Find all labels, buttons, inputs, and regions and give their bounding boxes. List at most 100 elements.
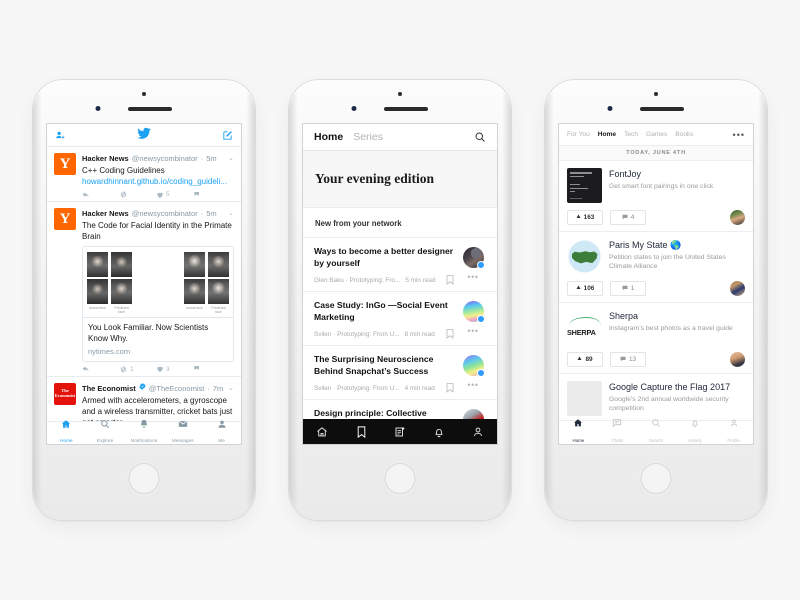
hunter-avatar[interactable] (730, 352, 745, 367)
tab-home[interactable] (303, 426, 342, 438)
ellipsis-icon[interactable]: ••• (467, 273, 478, 282)
reply-icon[interactable] (82, 365, 119, 373)
retweet-icon[interactable]: 1 (119, 365, 156, 374)
tab-notifications[interactable]: Notifications (125, 419, 164, 444)
phone-mockup-twitter: Y Hacker News @newsycombinator · 5m ⌄ C+… (33, 80, 255, 520)
product-name[interactable]: Google Capture the Flag 2017 (609, 382, 745, 393)
product-list-item[interactable]: Paris My State 🌎 Petition states to join… (559, 232, 753, 303)
product-name[interactable]: Paris My State 🌎 (609, 240, 745, 251)
tab-home[interactable]: Home (559, 418, 598, 444)
proximity-sensor-icon (351, 106, 357, 111)
chevron-down-icon[interactable]: ⌄ (228, 208, 234, 219)
share-icon[interactable] (193, 365, 230, 373)
verified-badge-icon (139, 383, 146, 394)
ellipsis-icon[interactable]: ••• (733, 130, 745, 139)
product-tagline: Get smart font pairings in one click (609, 183, 714, 190)
chevron-down-icon[interactable]: ⌄ (228, 153, 234, 164)
hunter-avatar[interactable] (730, 210, 745, 225)
avatar[interactable]: The Economist (54, 382, 76, 405)
tweet-item[interactable]: The Economist The Economist @TheEconomis… (47, 377, 241, 421)
article-title[interactable]: Case Study: InGo —Social Event Marketing (314, 300, 454, 323)
tab-for-you[interactable]: For You (567, 131, 590, 138)
tweet-item[interactable]: Y Hacker News @newsycombinator · 5m ⌄ C+… (47, 147, 241, 202)
chevron-down-icon[interactable]: ⌄ (228, 383, 234, 394)
article-list-item[interactable]: Ways to become a better designer by your… (303, 238, 497, 292)
product-thumbnail[interactable]: SHERPA (567, 310, 602, 345)
avatar[interactable]: Y (54, 153, 76, 175)
product-thumbnail[interactable] (567, 381, 602, 416)
product-thumbnail[interactable] (567, 168, 602, 203)
comment-button[interactable]: 13 (610, 352, 646, 367)
comment-button[interactable]: 1 (610, 281, 646, 296)
tab-games[interactable]: Games (646, 131, 667, 138)
upvote-button[interactable]: 163 (567, 210, 603, 225)
bookmark-icon[interactable] (446, 275, 454, 285)
tweet-item[interactable]: Y Hacker News @newsycombinator · 5m ⌄ Th… (47, 202, 241, 377)
phone-earpiece-area (289, 80, 511, 124)
section-heading: New from your network (303, 208, 497, 238)
author-avatar[interactable] (462, 247, 485, 269)
twitter-timeline[interactable]: Y Hacker News @newsycombinator · 5m ⌄ C+… (47, 147, 241, 421)
publication-badge-icon (476, 315, 485, 323)
home-button[interactable] (384, 463, 416, 494)
tab-activity[interactable]: Activity (675, 418, 714, 444)
tab-profile[interactable] (458, 426, 497, 438)
tab-home[interactable]: Home (314, 131, 343, 143)
tab-explore[interactable]: Explore (86, 419, 125, 444)
article-list-item[interactable]: The Surprising Neuroscience Behind Snapc… (303, 346, 497, 400)
bookmark-icon[interactable] (446, 329, 454, 339)
tab-bookmarks[interactable] (342, 425, 381, 438)
like-icon[interactable]: 5 (156, 191, 193, 199)
retweet-icon[interactable] (119, 190, 156, 199)
upvote-button[interactable]: 89 (567, 352, 603, 367)
proximity-sensor-icon (607, 106, 613, 111)
product-name[interactable]: Sherpa (609, 311, 745, 322)
share-icon[interactable] (193, 191, 230, 199)
tab-chats[interactable]: Chats (598, 418, 637, 444)
tab-books[interactable]: Books (675, 131, 693, 138)
tab-search[interactable]: Search (637, 418, 676, 444)
upvote-button[interactable]: 106 (567, 281, 603, 296)
add-person-icon[interactable] (55, 130, 66, 141)
tab-me[interactable]: Me (202, 419, 241, 444)
tweet-link[interactable]: howardhinnant.github.io/coding_guideli..… (82, 176, 234, 187)
tab-home[interactable]: Home (47, 419, 86, 444)
article-byline: Svilen · Prototyping: From U... (314, 330, 400, 338)
author-avatar[interactable] (462, 355, 485, 377)
tweet-author-name[interactable]: Hacker News (82, 208, 129, 219)
article-list-item[interactable]: Case Study: InGo —Social Event Marketing… (303, 292, 497, 346)
author-avatar[interactable] (462, 301, 485, 323)
tab-messages[interactable]: Messages (163, 419, 202, 444)
compose-tweet-icon[interactable] (222, 130, 233, 141)
ellipsis-icon[interactable]: ••• (467, 381, 478, 390)
tweet-author-name[interactable]: Hacker News (82, 153, 129, 164)
article-title[interactable]: Ways to become a better designer by your… (314, 246, 454, 269)
tab-home[interactable]: Home (598, 131, 616, 138)
reply-icon[interactable] (82, 191, 119, 199)
product-list-item[interactable]: SHERPA Sherpa Instagram’s best photos as… (559, 303, 753, 374)
search-icon[interactable] (474, 131, 486, 143)
comment-button[interactable]: 4 (610, 210, 646, 225)
product-list-item[interactable]: Google Capture the Flag 2017 Google’s 2n… (559, 374, 753, 423)
bookmark-icon[interactable] (446, 383, 454, 393)
home-button[interactable] (640, 463, 672, 494)
product-list-item[interactable]: FontJoy Get smart font pairings in one c… (559, 161, 753, 232)
hunter-avatar[interactable] (730, 281, 745, 296)
tab-series[interactable]: Series (353, 131, 383, 143)
home-button[interactable] (128, 463, 160, 494)
tab-label: Search (649, 438, 663, 443)
mountain-line-icon (569, 317, 601, 326)
ellipsis-icon[interactable]: ••• (467, 327, 478, 336)
product-name[interactable]: FontJoy (609, 169, 745, 180)
product-thumbnail[interactable] (567, 239, 602, 274)
tweet-link-card[interactable]: Actual face Predicted face Actual face P… (82, 246, 234, 362)
tab-notifications[interactable] (419, 426, 458, 438)
article-title[interactable]: The Surprising Neuroscience Behind Snapc… (314, 354, 454, 377)
avatar[interactable]: Y (54, 208, 76, 230)
tab-write[interactable] (381, 426, 420, 438)
tweet-separator: · (200, 154, 204, 163)
tweet-author-name[interactable]: The Economist (82, 383, 136, 394)
tab-tech[interactable]: Tech (624, 131, 638, 138)
like-icon[interactable]: 3 (156, 365, 193, 373)
tab-profile[interactable]: Profile (714, 418, 753, 444)
